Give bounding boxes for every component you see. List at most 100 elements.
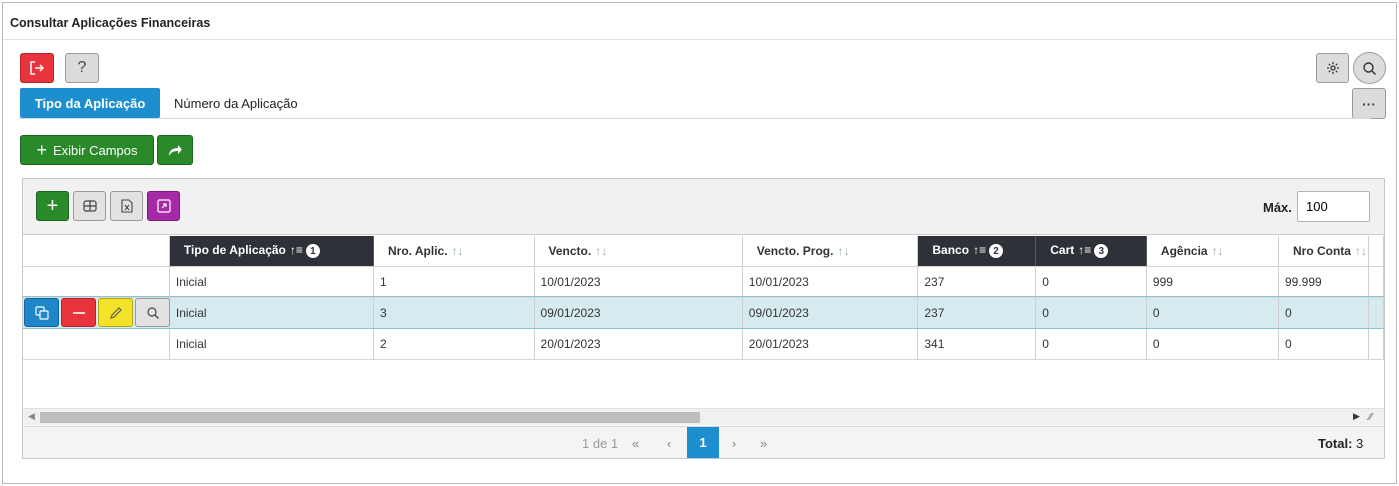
help-button[interactable]: ? <box>65 53 99 83</box>
max-records-input[interactable] <box>1297 191 1370 222</box>
cell-cart: 0 <box>1035 328 1147 360</box>
header-vencto-prog[interactable]: Vencto. Prog. ↑↓ <box>742 236 919 267</box>
resize-grip-icon[interactable]: ⁄⁄ <box>1369 412 1372 423</box>
cell-tipo-aplicacao: Inicial <box>169 328 374 360</box>
title-bar: Consultar Aplicações Financeiras <box>3 3 1396 40</box>
grid-panel: + Máx. 100 Tipo de Aplicação ↑≡ 1 Nro. A… <box>22 178 1385 459</box>
cell-nro-aplic: 2 <box>373 328 535 360</box>
sort-asc-icon[interactable]: ↑≡ <box>1078 243 1091 257</box>
more-options-button[interactable]: ··· <box>1352 88 1386 119</box>
header-agencia[interactable]: Agência ↑↓ <box>1146 236 1279 267</box>
plus-icon: + <box>46 195 59 217</box>
scrollbar-thumb[interactable] <box>40 412 700 423</box>
main-window: Consultar Aplicações Financeiras ? ··· T… <box>2 2 1397 484</box>
show-fields-label: Exibir Campos <box>52 142 138 158</box>
header-tipo-aplicacao[interactable]: Tipo de Aplicação ↑≡ 1 <box>169 236 374 267</box>
delete-row-button[interactable] <box>61 298 96 327</box>
sort-order-badge: 2 <box>989 244 1004 259</box>
pagination-bar: 1 de 1 « ‹ 1 › » Total: 3 <box>23 426 1384 458</box>
data-table-container: Tipo de Aplicação ↑≡ 1 Nro. Aplic. ↑↓ Venct… <box>23 236 1384 408</box>
sort-order-badge: 1 <box>305 244 320 259</box>
header-nro-conta[interactable]: Nro Conta ↑↓ <box>1278 236 1370 267</box>
page-info: 1 de 1 <box>582 436 619 451</box>
cell-vencto: 20/01/2023 <box>534 328 743 360</box>
share-button[interactable] <box>157 135 193 165</box>
copy-row-button[interactable] <box>24 298 59 327</box>
row-action-buttons <box>24 298 170 328</box>
sort-asc-icon[interactable]: ↑≡ <box>290 243 303 257</box>
cell-vencto-prog: 20/01/2023 <box>742 328 919 360</box>
columns-button[interactable] <box>73 191 106 221</box>
sort-icon[interactable]: ↑↓ <box>837 244 849 258</box>
tabs-divider <box>19 118 1371 119</box>
table-row-selected[interactable]: Inicial 3 09/01/2023 09/01/2023 237 0 0 … <box>23 296 1384 329</box>
view-row-button[interactable] <box>135 298 170 327</box>
cell-nro-aplic: 1 <box>373 266 535 298</box>
scroll-right-icon[interactable]: ▶ <box>1353 411 1360 422</box>
header-nro-aplic[interactable]: Nro. Aplic. ↑↓ <box>373 236 535 267</box>
last-page-button[interactable]: » <box>760 436 767 451</box>
cell-tipo-aplicacao: Inicial <box>169 297 374 329</box>
share-arrow-icon <box>168 144 182 156</box>
exit-button[interactable] <box>20 53 54 83</box>
expand-icon <box>156 199 171 213</box>
more-icon: ··· <box>1362 95 1376 112</box>
cell-overflow <box>1368 297 1384 329</box>
edit-row-button[interactable] <box>98 298 133 327</box>
scroll-left-icon[interactable]: ◀ <box>28 411 35 422</box>
data-table: Tipo de Aplicação ↑≡ 1 Nro. Aplic. ↑↓ Venct… <box>23 236 1384 360</box>
next-page-button[interactable]: › <box>732 436 736 451</box>
max-label: Máx. <box>1263 200 1292 215</box>
cell-vencto: 10/01/2023 <box>534 266 743 298</box>
table-row[interactable]: Inicial 1 10/01/2023 10/01/2023 237 0 99… <box>23 266 1384 298</box>
settings-button[interactable] <box>1316 53 1349 83</box>
row-actions-cell <box>23 328 170 360</box>
sort-asc-icon[interactable]: ↑≡ <box>973 243 986 257</box>
cell-vencto: 09/01/2023 <box>534 297 743 329</box>
window-title: Consultar Aplicações Financeiras <box>10 16 211 30</box>
copy-icon <box>34 305 49 320</box>
sort-icon[interactable]: ↑↓ <box>595 244 607 258</box>
header-banco[interactable]: Banco ↑≡ 2 <box>917 236 1037 267</box>
total-records: Total: 3 <box>1318 436 1364 451</box>
expand-button[interactable] <box>147 191 180 221</box>
first-page-button[interactable]: « <box>632 436 639 451</box>
sort-icon[interactable]: ↑↓ <box>1212 244 1224 258</box>
help-icon: ? <box>77 59 87 76</box>
cell-agencia: 0 <box>1146 297 1279 329</box>
sort-icon[interactable]: ↑↓ <box>1355 244 1367 258</box>
search-icon <box>146 306 159 319</box>
table-header-row: Tipo de Aplicação ↑≡ 1 Nro. Aplic. ↑↓ Venct… <box>23 236 1384 267</box>
tab-numero-aplicacao[interactable]: Número da Aplicação <box>174 96 298 111</box>
cell-vencto-prog: 09/01/2023 <box>742 297 919 329</box>
grid-toolbar: + Máx. <box>23 179 1384 235</box>
cell-banco: 237 <box>917 266 1037 298</box>
minus-icon <box>72 311 85 314</box>
tab-tipo-aplicacao[interactable]: Tipo da Aplicação <box>20 88 160 118</box>
pencil-icon <box>109 306 122 319</box>
cell-nro-conta: 99.999 <box>1278 266 1370 298</box>
table-row[interactable]: Inicial 2 20/01/2023 20/01/2023 341 0 0 … <box>23 328 1384 360</box>
gear-icon <box>1326 62 1339 74</box>
cell-nro-conta: 0 <box>1278 297 1370 329</box>
grid-columns-icon <box>82 200 97 212</box>
add-record-button[interactable]: + <box>36 191 69 221</box>
cell-nro-aplic: 3 <box>373 297 535 329</box>
current-page-button[interactable]: 1 <box>687 427 719 458</box>
header-cart[interactable]: Cart ↑≡ 3 <box>1035 236 1147 267</box>
sort-order-badge: 3 <box>1094 244 1109 259</box>
plus-icon: + <box>36 140 47 160</box>
header-overflow <box>1368 236 1384 267</box>
header-vencto[interactable]: Vencto. ↑↓ <box>534 236 743 267</box>
sort-icon[interactable]: ↑↓ <box>452 244 464 258</box>
row-actions-cell <box>23 266 170 298</box>
cell-tipo-aplicacao: Inicial <box>169 266 374 298</box>
cell-banco: 237 <box>917 297 1037 329</box>
horizontal-scrollbar[interactable]: ◀ ▶ ⁄⁄ <box>23 408 1384 425</box>
prev-page-button[interactable]: ‹ <box>667 436 671 451</box>
cell-agencia: 999 <box>1146 266 1279 298</box>
search-button[interactable] <box>1353 52 1386 84</box>
export-excel-button[interactable] <box>110 191 143 221</box>
show-fields-button[interactable]: + Exibir Campos <box>20 135 154 165</box>
search-icon <box>1363 61 1377 75</box>
